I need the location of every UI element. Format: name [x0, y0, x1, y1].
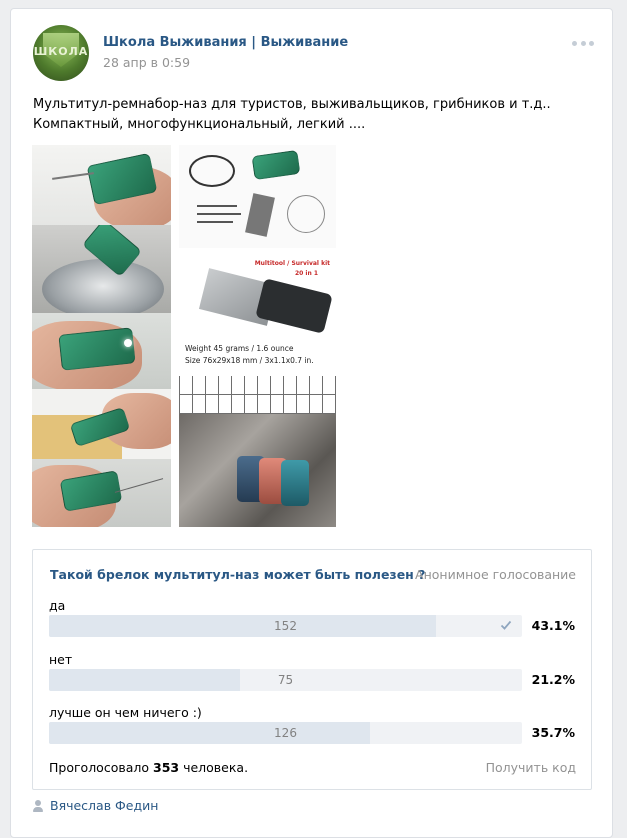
poll-total-count: 353 — [153, 760, 180, 775]
poll-total-prefix: Проголосовало — [49, 760, 150, 775]
poll-option-percent: 43.1% — [531, 618, 575, 633]
photo-multitool-light[interactable] — [32, 313, 171, 389]
signer-name[interactable]: Вячеслав Федин — [50, 798, 158, 813]
poll-option-votes: 152 — [274, 619, 297, 633]
post-signer[interactable]: Вячеслав Федин — [32, 798, 158, 813]
photo-kit-contents[interactable] — [179, 145, 336, 248]
photo-multitool-hand[interactable] — [32, 145, 171, 225]
poll-option-label: лучше он чем ничего :) — [49, 705, 202, 720]
poll-total: Проголосовало 353 человека. — [49, 760, 248, 775]
poll-option-percent: 35.7% — [531, 725, 575, 740]
poll-option-bar[interactable]: 75 — [49, 669, 522, 691]
post-date[interactable]: 28 апр в 0:59 — [103, 55, 190, 70]
photo-multitools-rocks[interactable] — [179, 414, 336, 527]
post-text-line: Компактный, многофункциональный, легкий … — [33, 117, 366, 132]
poll-option-label: нет — [49, 652, 73, 667]
kit-weight-text: Weight 45 grams / 1.6 ounce — [185, 344, 294, 353]
community-name-link[interactable]: Школа Выживания | Выживание — [103, 35, 348, 50]
poll-option-percent: 21.2% — [531, 672, 575, 687]
avatar-logo-text: ШКОЛА — [33, 45, 89, 58]
community-avatar[interactable]: ШКОЛА — [33, 25, 89, 81]
poll-question: Такой брелок мультитул-наз может быть по… — [50, 567, 426, 582]
poll-option-bar[interactable]: 126 — [49, 722, 522, 744]
check-icon — [500, 620, 512, 630]
poll: Такой брелок мультитул-наз может быть по… — [32, 549, 592, 790]
poll-option-votes: 126 — [274, 726, 297, 740]
post-card: ШКОЛА Школа Выживания | Выживание 28 апр… — [10, 8, 613, 838]
kit-label: Multitool / Survival kit — [254, 260, 330, 267]
post-text: Мультитул-ремнабор-наз для туристов, выж… — [33, 95, 593, 135]
poll-option-label: да — [49, 598, 66, 613]
photo-can-opener[interactable] — [32, 225, 171, 313]
poll-option-bar[interactable]: 152 — [49, 615, 522, 637]
more-dots-icon[interactable] — [572, 39, 594, 47]
poll-option-votes: 75 — [277, 673, 294, 687]
kit-sub-label: 20 in 1 — [294, 270, 318, 277]
user-icon — [32, 799, 44, 812]
kit-size-text: Size 76x29x18 mm / 3x1.1x0.7 in. — [185, 356, 314, 365]
photo-letter-opener[interactable] — [32, 389, 171, 459]
post-text-line: Мультитул-ремнабор-наз для туристов, выж… — [33, 97, 551, 112]
poll-type: Анонимное голосование — [415, 567, 576, 582]
photo-kit-specs[interactable]: Multitool / Survival kit 20 in 1 Weight … — [179, 248, 336, 376]
photo-kit-icons[interactable] — [179, 376, 336, 414]
get-code-link[interactable]: Получить код — [486, 760, 576, 775]
poll-total-suffix: человека. — [183, 760, 249, 775]
photo-multitool-needle[interactable] — [32, 459, 171, 527]
